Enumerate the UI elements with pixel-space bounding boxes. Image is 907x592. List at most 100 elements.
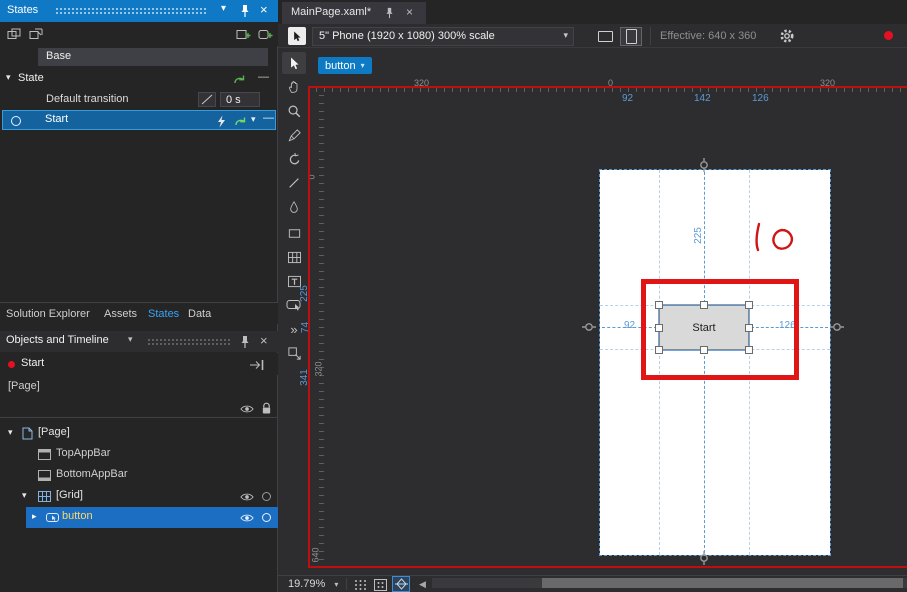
pan-tool-icon[interactable] xyxy=(282,76,306,98)
zoom-level-select[interactable]: 19.79% ▾ xyxy=(288,578,338,590)
default-transition-label: Default transition xyxy=(46,93,129,105)
page-expander-icon[interactable]: ▾ xyxy=(8,427,13,438)
recording-indicator xyxy=(884,31,893,40)
grid-pin-ring-icon[interactable] xyxy=(262,492,271,501)
breadcrumb-element-label: button xyxy=(325,59,356,72)
landscape-icon xyxy=(597,31,613,42)
scope-row[interactable]: [Page] xyxy=(0,377,278,397)
layout-panel-tool-icon[interactable] xyxy=(282,246,306,268)
objects-close-icon[interactable]: × xyxy=(260,333,268,348)
tree-row-topappbar[interactable]: TopAppBar xyxy=(0,444,278,465)
tree-label-grid: [Grid] xyxy=(56,489,83,501)
storyboard-row[interactable]: Start xyxy=(0,353,278,375)
zoom-bar-separator xyxy=(346,578,347,590)
toolbar-separator xyxy=(650,27,651,45)
transition-preview-toggle-icon[interactable] xyxy=(5,26,23,42)
tree-tools-row xyxy=(0,399,278,418)
remove-state-icon[interactable]: — xyxy=(263,112,274,124)
device-preset-select[interactable]: 5" Phone (1920 x 1080) 300% scale ▾ xyxy=(312,27,574,46)
horizontal-scrollbar-thumb[interactable] xyxy=(542,578,903,588)
selection-pointer-button[interactable] xyxy=(288,27,306,45)
tab-states[interactable]: States xyxy=(148,308,179,320)
remove-state-group-icon[interactable]: — xyxy=(258,71,269,83)
lock-icon[interactable] xyxy=(261,402,272,415)
scroll-left-button[interactable]: ◀ xyxy=(419,579,426,590)
snap-to-snaplines-toggle[interactable] xyxy=(392,576,410,592)
device-preset-caret-icon: ▾ xyxy=(563,30,568,40)
tree-row-button[interactable]: ▸ button xyxy=(0,507,278,528)
brush-transform-tool-icon[interactable] xyxy=(282,148,306,170)
tree-label-bottomappbar: BottomAppBar xyxy=(56,468,128,480)
eyedropper-tool-icon[interactable] xyxy=(282,196,306,218)
tree-label-page: [Page] xyxy=(38,426,70,438)
selection-tool-icon[interactable] xyxy=(282,52,306,74)
page-icon xyxy=(22,427,33,440)
tree-label-topappbar: TopAppBar xyxy=(56,447,111,459)
anchor-top-icon[interactable] xyxy=(699,158,709,172)
document-close-icon[interactable]: × xyxy=(406,5,413,19)
panel-drag-grip[interactable] xyxy=(56,8,208,14)
state-options-caret-icon[interactable]: ▾ xyxy=(251,114,256,125)
state-record-dot[interactable] xyxy=(11,116,21,126)
window-menu-caret-icon[interactable]: ▾ xyxy=(221,3,226,14)
button-pin-ring-icon[interactable] xyxy=(262,513,271,522)
document-pin-icon[interactable] xyxy=(385,7,394,19)
objects-panel-caret-icon[interactable]: ▾ xyxy=(128,334,133,345)
line-tool-icon[interactable] xyxy=(282,172,306,194)
update-state-thumbnail-icon[interactable] xyxy=(215,114,227,128)
margin-top-label: 225 xyxy=(692,227,704,244)
tab-solution-explorer[interactable]: Solution Explorer xyxy=(6,308,90,320)
breadcrumb-element-chip[interactable]: button ▾ xyxy=(318,57,372,74)
close-icon[interactable]: × xyxy=(260,2,268,17)
visibility-eye-icon[interactable] xyxy=(240,404,254,414)
document-tab-bar: MainPage.xaml* × xyxy=(278,0,907,24)
state-group-row[interactable]: ▾ State — xyxy=(0,70,278,89)
grid-eye-icon[interactable] xyxy=(240,492,254,502)
add-transition-icon[interactable] xyxy=(232,72,248,86)
zoom-tool-icon[interactable] xyxy=(282,100,306,122)
close-storyboard-icon[interactable] xyxy=(248,358,266,371)
tab-data[interactable]: Data xyxy=(188,308,211,320)
transition-duration-field[interactable]: 0 s xyxy=(220,92,260,107)
tree-row-grid[interactable]: ▾ [Grid] xyxy=(0,486,278,507)
orientation-portrait-button[interactable] xyxy=(620,27,642,46)
orientation-landscape-button[interactable] xyxy=(594,27,616,46)
add-state-group-button[interactable] xyxy=(234,26,252,42)
base-state-bar[interactable]: Base xyxy=(38,48,268,66)
states-toolbar xyxy=(0,22,278,46)
transition-effect-icon[interactable] xyxy=(233,114,249,128)
start-state-row[interactable]: Start ▾ — xyxy=(2,110,276,130)
rectangle-tool-icon[interactable] xyxy=(282,222,306,244)
base-state-row[interactable]: Base xyxy=(0,47,278,67)
objects-panel-grip[interactable] xyxy=(148,339,230,345)
snap-to-grid-icon[interactable] xyxy=(372,577,388,592)
anchor-left-icon[interactable] xyxy=(582,322,596,332)
button-control-icon xyxy=(46,512,59,523)
tree-row-bottomappbar[interactable]: BottomAppBar xyxy=(0,465,278,486)
button-eye-icon[interactable] xyxy=(240,513,254,523)
easing-function-button[interactable] xyxy=(198,92,216,107)
pin-icon[interactable] xyxy=(240,4,250,18)
storyboard-name: Start xyxy=(21,357,45,369)
pen-tool-icon[interactable] xyxy=(282,124,306,146)
add-state-button[interactable] xyxy=(256,26,274,42)
objects-pin-icon[interactable] xyxy=(240,335,250,349)
tree-row-page[interactable]: ▾ [Page] xyxy=(0,423,278,444)
states-panel-header[interactable]: States ▾ × xyxy=(0,0,278,22)
grid-expander-icon[interactable]: ▾ xyxy=(22,490,27,501)
state-group-label: State xyxy=(18,72,44,84)
objects-panel-header[interactable]: Objects and Timeline ▾ × xyxy=(0,331,278,352)
asset-tool-icon[interactable] xyxy=(282,342,306,364)
panel-tab-strip: Solution Explorer Assets States Data xyxy=(0,302,278,324)
anchor-right-icon[interactable] xyxy=(830,322,844,332)
state-group-expander-icon[interactable]: ▾ xyxy=(6,72,11,83)
bottomappbar-icon xyxy=(38,470,51,481)
document-tab[interactable]: MainPage.xaml* × xyxy=(282,2,426,24)
show-grid-icon[interactable] xyxy=(352,577,368,592)
anchor-bottom-icon[interactable] xyxy=(699,551,709,565)
tab-assets[interactable]: Assets xyxy=(104,308,137,320)
fluid-layout-toggle-icon[interactable] xyxy=(27,26,45,42)
button-expander-icon[interactable]: ▸ xyxy=(32,511,37,522)
horizontal-scrollbar-track[interactable] xyxy=(432,578,907,588)
designer-settings-gear-icon[interactable] xyxy=(779,28,795,44)
